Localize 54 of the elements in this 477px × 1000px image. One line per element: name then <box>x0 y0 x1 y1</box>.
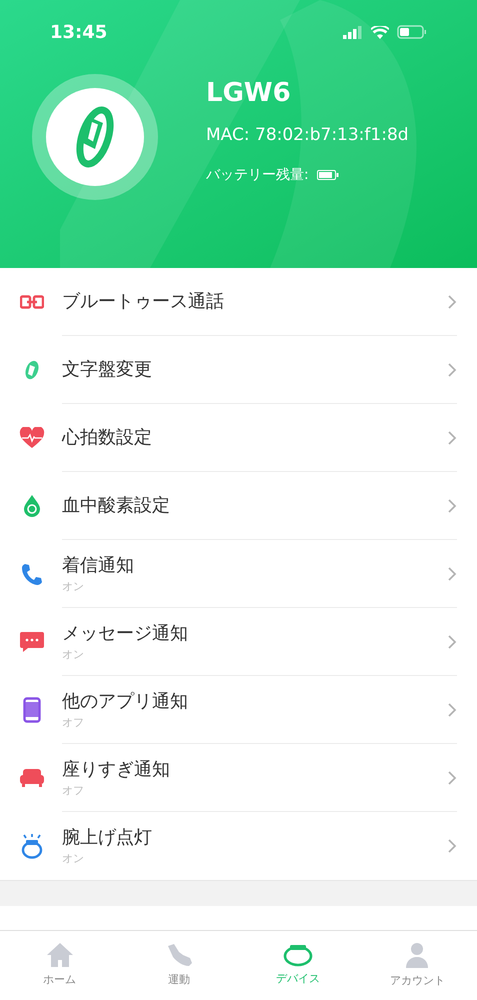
menu-item[interactable]: 腕上げ点灯 オン <box>0 812 477 880</box>
sofa-icon <box>19 768 45 788</box>
menu-status: オン <box>62 646 85 663</box>
menu-status: オン <box>62 578 85 595</box>
home-icon <box>46 942 74 968</box>
chevron-right-icon <box>447 702 457 718</box>
raise-wrist-icon <box>20 833 44 859</box>
mac-address: MAC: 78:02:b7:13:f1:8d <box>206 124 409 148</box>
wifi-icon <box>371 26 389 38</box>
menu-label: 心拍数設定 <box>62 426 153 450</box>
chevron-right-icon <box>447 498 457 514</box>
menu-label: メッセージ通知 <box>62 622 189 646</box>
band-icon <box>282 943 314 968</box>
band-icon <box>23 359 41 381</box>
phone-icon <box>20 562 44 586</box>
menu-item[interactable]: 心拍数設定 <box>0 404 477 472</box>
status-time: 13:45 <box>50 20 108 44</box>
menu-label: 文字盤変更 <box>62 358 153 382</box>
menu-item[interactable]: 血中酸素設定 <box>0 472 477 540</box>
heart-icon <box>19 427 45 449</box>
battery-label: バッテリー残量: <box>206 166 309 185</box>
menu-status: オン <box>62 851 85 868</box>
menu-label: 着信通知 <box>62 554 135 578</box>
menu-item[interactable]: 他のアプリ通知 オフ <box>0 676 477 744</box>
chevron-right-icon <box>447 294 457 310</box>
menu-item[interactable]: メッセージ通知 オン <box>0 608 477 676</box>
chevron-right-icon <box>447 566 457 582</box>
battery-icon <box>397 25 427 39</box>
signal-icon <box>343 26 363 38</box>
tab[interactable]: アカウント <box>358 931 477 1000</box>
menu-item[interactable]: ブルートゥース通話 <box>0 268 477 336</box>
menu-status: オフ <box>62 782 85 799</box>
menu-label: 他のアプリ通知 <box>62 690 189 714</box>
menu-item[interactable]: 着信通知 オン <box>0 540 477 608</box>
battery-icon <box>316 170 339 180</box>
link-icon <box>20 295 44 309</box>
oxygen-drop-icon <box>22 494 42 518</box>
smartphone-icon <box>23 697 41 723</box>
tab[interactable]: 運動 <box>119 931 238 1000</box>
chevron-right-icon <box>447 634 457 650</box>
menu-label: 腕上げ点灯 <box>62 826 153 850</box>
chevron-right-icon <box>447 838 457 854</box>
device-name: LGW6 <box>206 77 292 110</box>
menu-label: 座りすぎ通知 <box>62 758 171 782</box>
chevron-right-icon <box>447 770 457 786</box>
menu-item[interactable]: 座りすぎ通知 オフ <box>0 744 477 812</box>
chevron-right-icon <box>447 362 457 378</box>
menu-item[interactable]: 文字盤変更 <box>0 336 477 404</box>
chat-icon <box>19 630 45 654</box>
menu-label: ブルートゥース通話 <box>62 290 225 314</box>
menu-status: オフ <box>62 714 85 731</box>
menu-label: 血中酸素設定 <box>62 494 171 518</box>
chevron-right-icon <box>447 430 457 446</box>
tab[interactable]: ホーム <box>0 931 120 1000</box>
